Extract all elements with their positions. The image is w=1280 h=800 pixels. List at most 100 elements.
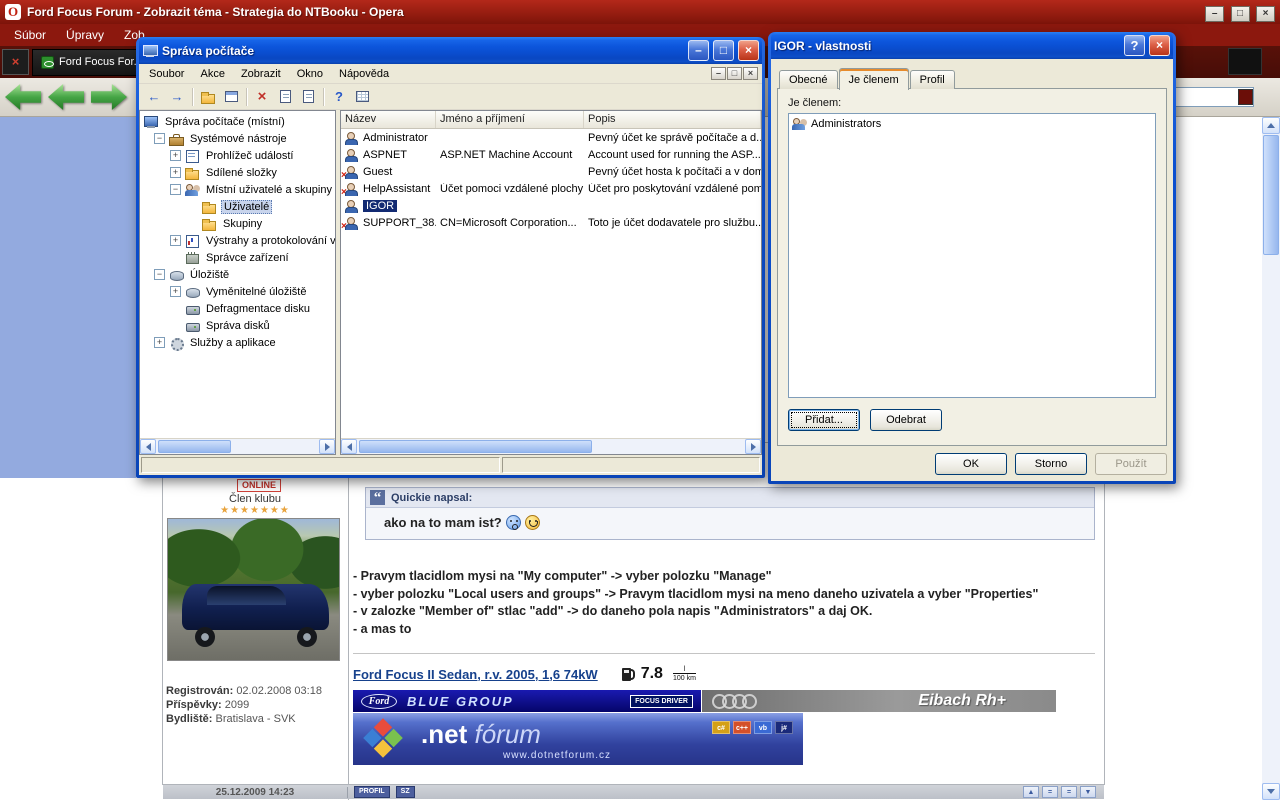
tab-profil[interactable]: Profil [910, 70, 955, 89]
delete-icon[interactable]: × [251, 86, 273, 108]
menu-item-zobrazit[interactable]: Zobrazit [233, 66, 289, 82]
window-titlebar[interactable]: Správa počítače – □ × [139, 37, 762, 64]
user-row-guest[interactable]: ×Guest Pevný účet hosta k počítači a v d… [341, 163, 761, 180]
forward-button[interactable] [91, 84, 127, 110]
mdi-minimize-button[interactable]: – [711, 67, 726, 80]
member-item-administrators[interactable]: Administrators [791, 116, 1153, 132]
back-icon[interactable]: ← [143, 86, 165, 108]
dialog-titlebar[interactable]: IGOR - vlastnosti ? × [771, 32, 1173, 59]
tree-expander[interactable]: + [170, 286, 181, 297]
cancel-button[interactable]: Storno [1015, 453, 1087, 475]
user-row-igor-selected[interactable]: IGOR [341, 197, 761, 214]
tab-obecne[interactable]: Obecné [779, 70, 838, 89]
apply-button[interactable]: Použít [1095, 453, 1167, 475]
tree-item-computer-management[interactable]: Správa počítače (místní) [140, 113, 335, 130]
scrollbar-track[interactable] [156, 439, 319, 454]
list-horizontal-scrollbar[interactable] [341, 438, 761, 454]
scroll-right-button[interactable] [745, 439, 761, 454]
signature-link[interactable]: Ford Focus II Sedan, r.v. 2005, 1,6 74kW [353, 667, 598, 682]
menu-item-upravy[interactable]: Úpravy [56, 26, 114, 44]
scrollbar-thumb[interactable] [1263, 135, 1279, 255]
opera-close-button[interactable]: × [1256, 6, 1275, 22]
user-row-support[interactable]: ×SUPPORT_38... CN=Microsoft Corporation.… [341, 214, 761, 231]
profil-button[interactable]: PROFIL [354, 786, 390, 798]
forward-icon[interactable]: → [166, 86, 188, 108]
pagination-up-button[interactable]: ▲ [1023, 786, 1039, 798]
sz-button[interactable]: SZ [396, 786, 415, 798]
tree-expander[interactable]: + [170, 150, 181, 161]
minimize-button[interactable]: – [688, 40, 709, 61]
tree-item-storage[interactable]: −Úložiště [140, 266, 335, 283]
tree-item-users[interactable]: Uživatelé [140, 198, 335, 215]
pagination-list-button[interactable]: = [1061, 786, 1077, 798]
help-icon[interactable]: ? [328, 86, 350, 108]
scroll-up-button[interactable] [1262, 117, 1280, 134]
user-row-aspnet[interactable]: ASPNET ASP.NET Machine Account Account u… [341, 146, 761, 163]
column-header-nazev[interactable]: Název [341, 111, 436, 128]
menu-item-subor[interactable]: Súbor [4, 26, 56, 44]
menu-item-napoveda[interactable]: Nápověda [331, 66, 397, 82]
show-window-icon[interactable] [220, 86, 242, 108]
ok-button[interactable]: OK [935, 453, 1007, 475]
export-list-icon[interactable] [351, 86, 373, 108]
menu-item-akce[interactable]: Akce [192, 66, 232, 82]
scrollbar-thumb[interactable] [359, 440, 592, 453]
user-row-administrator[interactable]: Administrator Pevný účet ke správě počít… [341, 129, 761, 146]
restore-button[interactable]: □ [713, 40, 734, 61]
member-of-listbox[interactable]: Administrators [788, 113, 1156, 398]
tab-je-clenem[interactable]: Je členem [839, 68, 909, 90]
tree-expander[interactable]: + [170, 235, 181, 246]
opera-maximize-button[interactable]: □ [1231, 6, 1250, 22]
tree-item-services-applications[interactable]: +Služby a aplikace [140, 334, 335, 351]
mdi-close-button[interactable]: × [743, 67, 758, 80]
pagination-list-button[interactable]: = [1042, 786, 1058, 798]
tree-expander[interactable]: + [170, 167, 181, 178]
tree-item-disk-defragmenter[interactable]: Defragmentace disku [140, 300, 335, 317]
dialog-help-button[interactable]: ? [1124, 35, 1145, 56]
go-button[interactable] [1238, 89, 1253, 105]
scroll-left-button[interactable] [341, 439, 357, 454]
tree-item-device-manager[interactable]: Správce zařízení [140, 249, 335, 266]
remove-button[interactable]: Odebrat [870, 409, 942, 431]
tree-item-system-tools[interactable]: −Systémové nástroje [140, 130, 335, 147]
up-folder-icon[interactable] [197, 86, 219, 108]
sc roll-down-button[interactable] [1262, 783, 1280, 800]
scroll-left-button[interactable] [140, 439, 156, 454]
column-header-jmeno[interactable]: Jméno a příjmení [436, 111, 584, 128]
user-row-helpassistant[interactable]: ×HelpAssistant Účet pomoci vzdálené ploc… [341, 180, 761, 197]
close-button[interactable]: × [738, 40, 759, 61]
scrollbar-track[interactable] [357, 439, 745, 454]
close-page-icon[interactable]: × [2, 49, 29, 75]
dotnet-forum-banner[interactable]: .net fórum www.dotnetforum.cz c# c++ vb … [353, 713, 803, 765]
pagination-down-button[interactable]: ▼ [1080, 786, 1096, 798]
back-button[interactable] [5, 84, 41, 110]
tree-item-local-users-groups[interactable]: −Místní uživatelé a skupiny [140, 181, 335, 198]
tree-item-event-viewer[interactable]: +Prohlížeč událostí [140, 147, 335, 164]
tree-item-removable-storage[interactable]: +Vyměnitelné úložiště [140, 283, 335, 300]
menu-item-soubor[interactable]: Soubor [141, 66, 192, 82]
tree-expander[interactable]: − [154, 269, 165, 280]
user-description: Account used for running the ASP... [584, 149, 761, 161]
mdi-restore-button[interactable]: □ [727, 67, 742, 80]
tree-item-performance-logs[interactable]: +Výstrahy a protokolování vý [140, 232, 335, 249]
dialog-close-button[interactable]: × [1149, 35, 1170, 56]
scrollbar-thumb[interactable] [158, 440, 231, 453]
eibach-banner[interactable]: Eibach Rh+ [702, 690, 1056, 712]
browser-vertical-scrollbar[interactable] [1262, 117, 1280, 800]
tree-expander[interactable]: − [154, 133, 165, 144]
tree-expander[interactable]: + [154, 337, 165, 348]
tree-expander[interactable]: − [170, 184, 181, 195]
menu-item-okno[interactable]: Okno [289, 66, 331, 82]
new-document-icon[interactable] [297, 86, 319, 108]
tree-item-groups[interactable]: Skupiny [140, 215, 335, 232]
ford-blue-group-banner[interactable]: Ford BLUE GROUP FOCUS DRIVER [353, 690, 701, 712]
rewind-button[interactable] [48, 84, 84, 110]
tree-item-shared-folders[interactable]: +Sdílené složky [140, 164, 335, 181]
tree-item-disk-management[interactable]: Správa disků [140, 317, 335, 334]
properties-icon[interactable] [274, 86, 296, 108]
tree-horizontal-scrollbar[interactable] [140, 438, 335, 454]
opera-minimize-button[interactable]: – [1205, 6, 1224, 22]
column-header-popis[interactable]: Popis [584, 111, 761, 128]
add-button[interactable]: Přidat... [788, 409, 860, 431]
scroll-right-button[interactable] [319, 439, 335, 454]
